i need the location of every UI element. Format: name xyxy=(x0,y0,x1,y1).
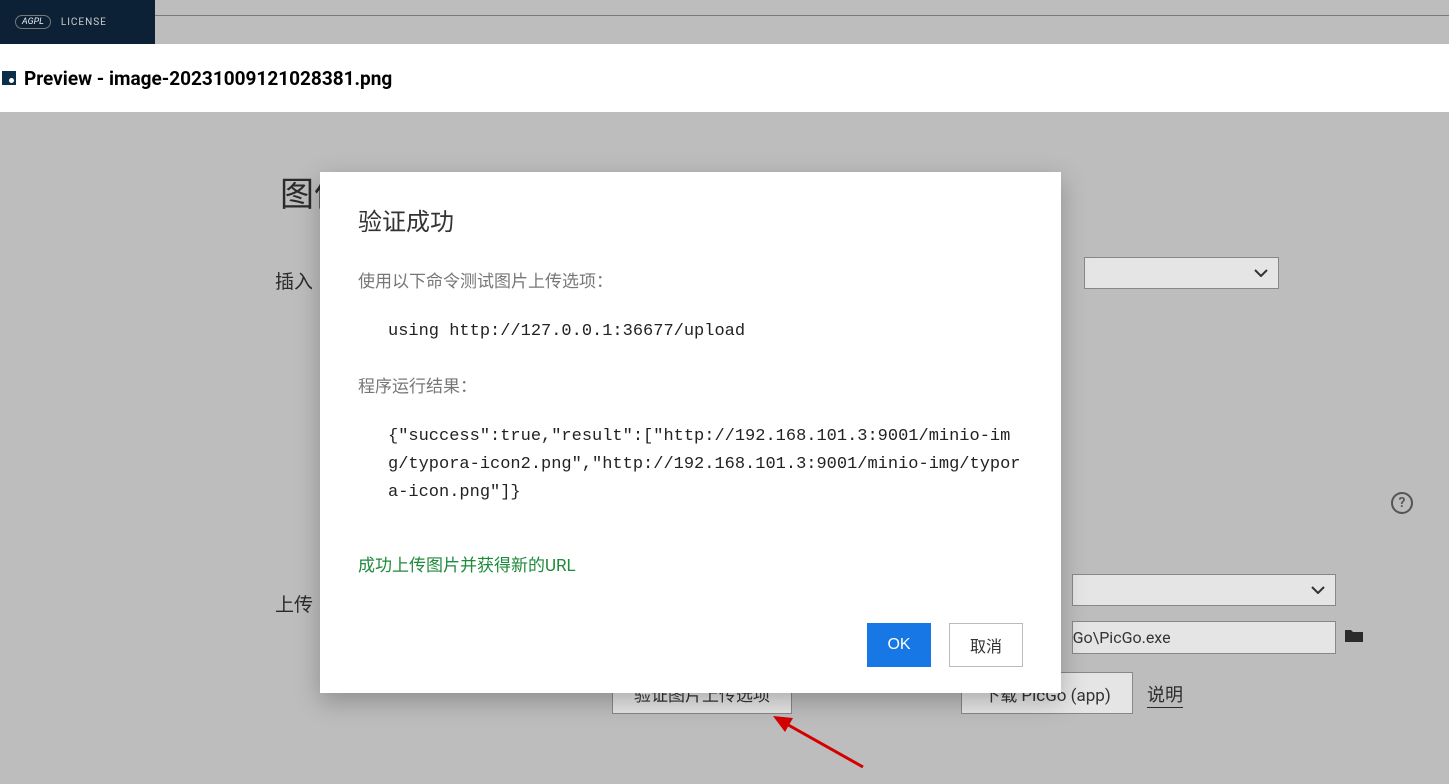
license-label: LICENSE xyxy=(61,17,107,28)
verify-dialog: 验证成功 使用以下命令测试图片上传选项： using http://127.0.… xyxy=(320,172,1061,693)
preview-title: Preview - image-20231009121028381.png xyxy=(24,67,392,90)
dialog-subtitle-2: 程序运行结果： xyxy=(358,372,1023,397)
help-link[interactable]: 说明 xyxy=(1147,681,1183,708)
insert-label: 插入 xyxy=(275,267,313,294)
dialog-title: 验证成功 xyxy=(358,202,1023,237)
uploader-select[interactable] xyxy=(1072,574,1336,606)
chevron-down-icon xyxy=(1254,269,1268,277)
cancel-button[interactable]: 取消 xyxy=(949,623,1023,667)
dialog-buttons: OK 取消 xyxy=(358,623,1023,667)
preview-app-icon xyxy=(2,71,16,85)
preview-header: Preview - image-20231009121028381.png xyxy=(0,44,1449,112)
agpl-badge: AGPL xyxy=(15,15,51,29)
dialog-result: {"success":true,"result":["http://192.16… xyxy=(358,423,1023,507)
dialog-success-msg: 成功上传图片并获得新的URL xyxy=(358,551,1023,576)
license-strip: AGPL LICENSE xyxy=(0,0,155,44)
annotation-arrow xyxy=(768,712,868,772)
upload-label: 上传 xyxy=(275,590,313,617)
chevron-down-icon xyxy=(1311,586,1325,594)
insert-select[interactable] xyxy=(1084,257,1279,289)
dialog-subtitle-1: 使用以下命令测试图片上传选项： xyxy=(358,267,1023,292)
help-icon[interactable]: ? xyxy=(1391,492,1413,514)
dialog-command: using http://127.0.0.1:36677/upload xyxy=(358,318,1023,346)
ok-button[interactable]: OK xyxy=(867,623,931,667)
picgo-path-input[interactable]: re\11_dev\PicGo\PicGo.exe xyxy=(1072,621,1336,654)
folder-icon[interactable] xyxy=(1345,628,1363,642)
